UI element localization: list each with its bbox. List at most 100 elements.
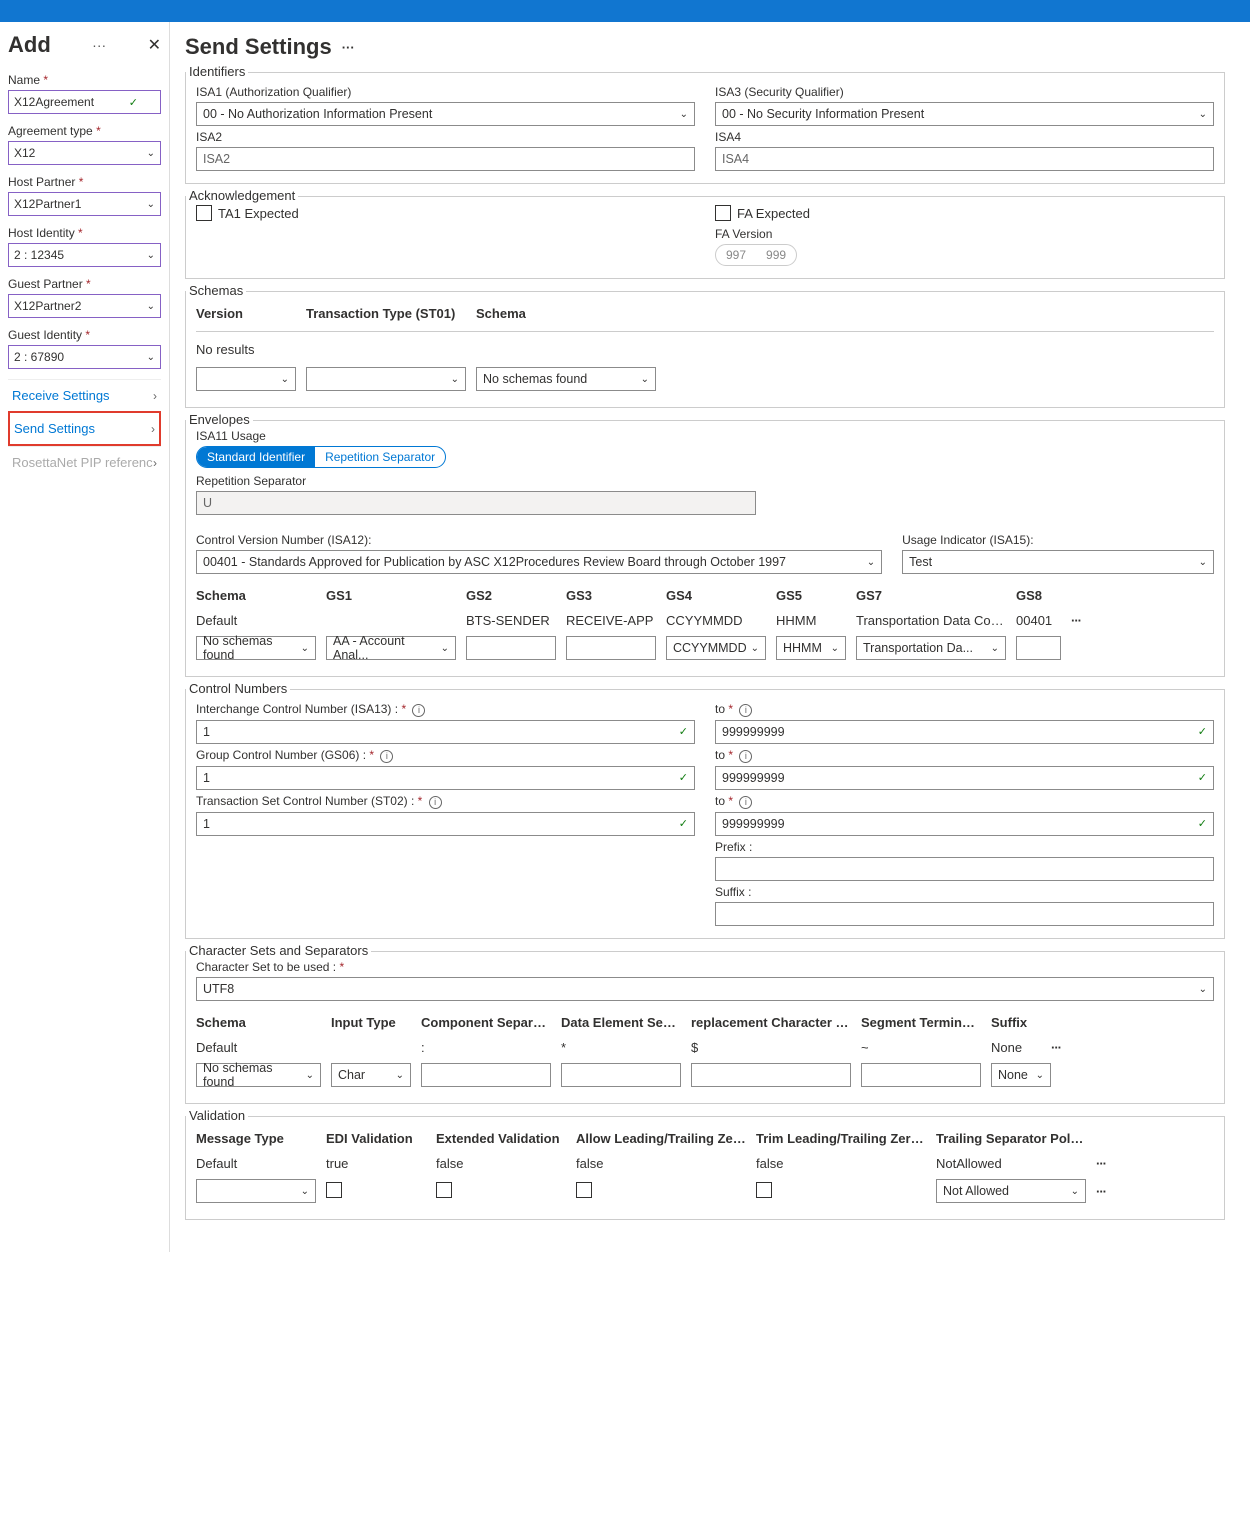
info-icon[interactable]: i [739, 796, 752, 809]
info-icon[interactable]: i [739, 704, 752, 717]
cvn-label: Control Version Number (ISA12): [196, 533, 882, 547]
envelopes-section: Envelopes ISA11 Usage Standard Identifie… [185, 420, 1225, 677]
schema-select[interactable]: No schemas found⌄ [196, 1063, 321, 1087]
opt-standard-identifier[interactable]: Standard Identifier [197, 447, 315, 467]
schema-select[interactable]: No schemas found⌄ [196, 636, 316, 660]
data-elem-sep-input[interactable] [561, 1063, 681, 1087]
input-type-select[interactable]: Char⌄ [331, 1063, 411, 1087]
info-icon[interactable]: i [739, 750, 752, 763]
name-input[interactable]: X12Agreement [8, 90, 161, 114]
chevron-down-icon: ⌄ [301, 1186, 309, 1197]
close-icon[interactable]: ✕ [148, 35, 161, 55]
more-icon[interactable]: ··· [1051, 1040, 1061, 1055]
guest-partner-select[interactable]: X12Partner2⌄ [8, 294, 161, 318]
col-transaction-type: Transaction Type (ST01) [306, 306, 466, 321]
section-title: Schemas [186, 283, 246, 298]
more-icon[interactable]: ··· [1096, 1184, 1106, 1199]
chevron-down-icon: ⌄ [147, 199, 155, 210]
tscn-from-input[interactable]: 1 [196, 812, 695, 836]
ta1-checkbox[interactable]: TA1 Expected [196, 205, 695, 221]
main-panel: Send Settings··· Identifiers ISA1 (Autho… [170, 22, 1250, 1252]
fa-checkbox[interactable]: FA Expected [715, 205, 1214, 221]
chevron-down-icon: ⌄ [751, 643, 759, 654]
icn-to-input[interactable]: 999999999 [715, 720, 1214, 744]
isa1-select[interactable]: 00 - No Authorization Information Presen… [196, 102, 695, 126]
agreement-type-select[interactable]: X12⌄ [8, 141, 161, 165]
tscn-to-input[interactable]: 999999999 [715, 812, 1214, 836]
segment-term-input[interactable] [861, 1063, 981, 1087]
more-icon[interactable]: ··· [88, 37, 110, 53]
fa-version-toggle[interactable]: 997 999 [715, 244, 797, 266]
nav-receive-settings[interactable]: Receive Settings› [8, 379, 161, 411]
isa3-select[interactable]: 00 - No Security Information Present⌄ [715, 102, 1214, 126]
suffix-select[interactable]: None⌄ [991, 1063, 1051, 1087]
repetition-separator-input: U [196, 491, 756, 515]
gs4-select[interactable]: CCYYMMDD⌄ [666, 636, 766, 660]
host-identity-label: Host Identity * [8, 226, 161, 240]
isa4-input[interactable]: ISA4 [715, 147, 1214, 171]
host-identity-select[interactable]: 2 : 12345⌄ [8, 243, 161, 267]
sidebar-title: Add [8, 32, 51, 58]
section-title: Identifiers [186, 64, 248, 79]
cell: NotAllowed [936, 1156, 1086, 1171]
icn-from-input[interactable]: 1 [196, 720, 695, 744]
host-partner-select[interactable]: X12Partner1⌄ [8, 192, 161, 216]
chevron-down-icon: ⌄ [306, 1070, 314, 1081]
msg-type-select[interactable]: ⌄ [196, 1179, 316, 1203]
suffix-input[interactable] [715, 902, 1214, 926]
prefix-label: Prefix : [715, 840, 1214, 854]
col-version: Version [196, 306, 296, 321]
ext-checkbox[interactable] [436, 1182, 452, 1198]
checkbox-icon [196, 205, 212, 221]
version-select[interactable]: ⌄ [196, 367, 296, 391]
to-label: to * i [715, 702, 1214, 717]
component-sep-input[interactable] [421, 1063, 551, 1087]
replacement-sep-input[interactable] [691, 1063, 851, 1087]
isa11-toggle[interactable]: Standard Identifier Repetition Separator [196, 446, 446, 468]
chevron-down-icon: ⌄ [281, 374, 289, 385]
isa2-input[interactable]: ISA2 [196, 147, 695, 171]
gs2-input[interactable] [466, 636, 556, 660]
info-icon[interactable]: i [412, 704, 425, 717]
info-icon[interactable]: i [429, 796, 442, 809]
edi-checkbox[interactable] [326, 1182, 342, 1198]
info-icon[interactable]: i [380, 750, 393, 763]
opt-997[interactable]: 997 [716, 245, 756, 265]
gs7-select[interactable]: Transportation Da...⌄ [856, 636, 1006, 660]
col-allow-zeros: Allow Leading/Trailing Zeros [576, 1131, 746, 1146]
cvn-select[interactable]: 00401 - Standards Approved for Publicati… [196, 550, 882, 574]
cs-select[interactable]: UTF8⌄ [196, 977, 1214, 1001]
trailing-sep-select[interactable]: Not Allowed⌄ [936, 1179, 1086, 1203]
gcn-to-input[interactable]: 999999999 [715, 766, 1214, 790]
cell: Default [196, 1156, 316, 1171]
allow-zeros-checkbox[interactable] [576, 1182, 592, 1198]
col-component-sep: Component Separator [421, 1015, 551, 1030]
gs8-input[interactable] [1016, 636, 1061, 660]
more-icon[interactable]: ··· [1096, 1156, 1106, 1171]
opt-999[interactable]: 999 [756, 245, 796, 265]
nav-send-settings[interactable]: Send Settings› [8, 411, 161, 446]
more-icon[interactable]: ··· [1071, 613, 1081, 628]
chevron-down-icon: ⌄ [451, 374, 459, 385]
opt-repetition-separator[interactable]: Repetition Separator [315, 447, 445, 467]
sidebar: Add ··· ✕ Name * X12Agreement Agreement … [0, 22, 170, 1252]
chevron-right-icon: › [151, 422, 155, 436]
section-title: Control Numbers [186, 681, 290, 696]
gs5-select[interactable]: HHMM⌄ [776, 636, 846, 660]
prefix-input[interactable] [715, 857, 1214, 881]
host-partner-label: Host Partner * [8, 175, 161, 189]
trim-zeros-checkbox[interactable] [756, 1182, 772, 1198]
gs3-input[interactable] [566, 636, 656, 660]
page-title: Send Settings··· [185, 34, 1225, 60]
col-schema: Schema [196, 588, 316, 603]
identifiers-section: Identifiers ISA1 (Authorization Qualifie… [185, 72, 1225, 184]
transaction-type-select[interactable]: ⌄ [306, 367, 466, 391]
guest-identity-select[interactable]: 2 : 67890⌄ [8, 345, 161, 369]
schema-select[interactable]: No schemas found⌄ [476, 367, 656, 391]
usage-select[interactable]: Test⌄ [902, 550, 1214, 574]
gcn-from-input[interactable]: 1 [196, 766, 695, 790]
gs1-select[interactable]: AA - Account Anal...⌄ [326, 636, 456, 660]
more-icon[interactable]: ··· [342, 40, 355, 55]
validation-section: Validation Message Type EDI Validation E… [185, 1116, 1225, 1220]
nav-rosettanet[interactable]: RosettaNet PIP referenc› [8, 446, 161, 478]
